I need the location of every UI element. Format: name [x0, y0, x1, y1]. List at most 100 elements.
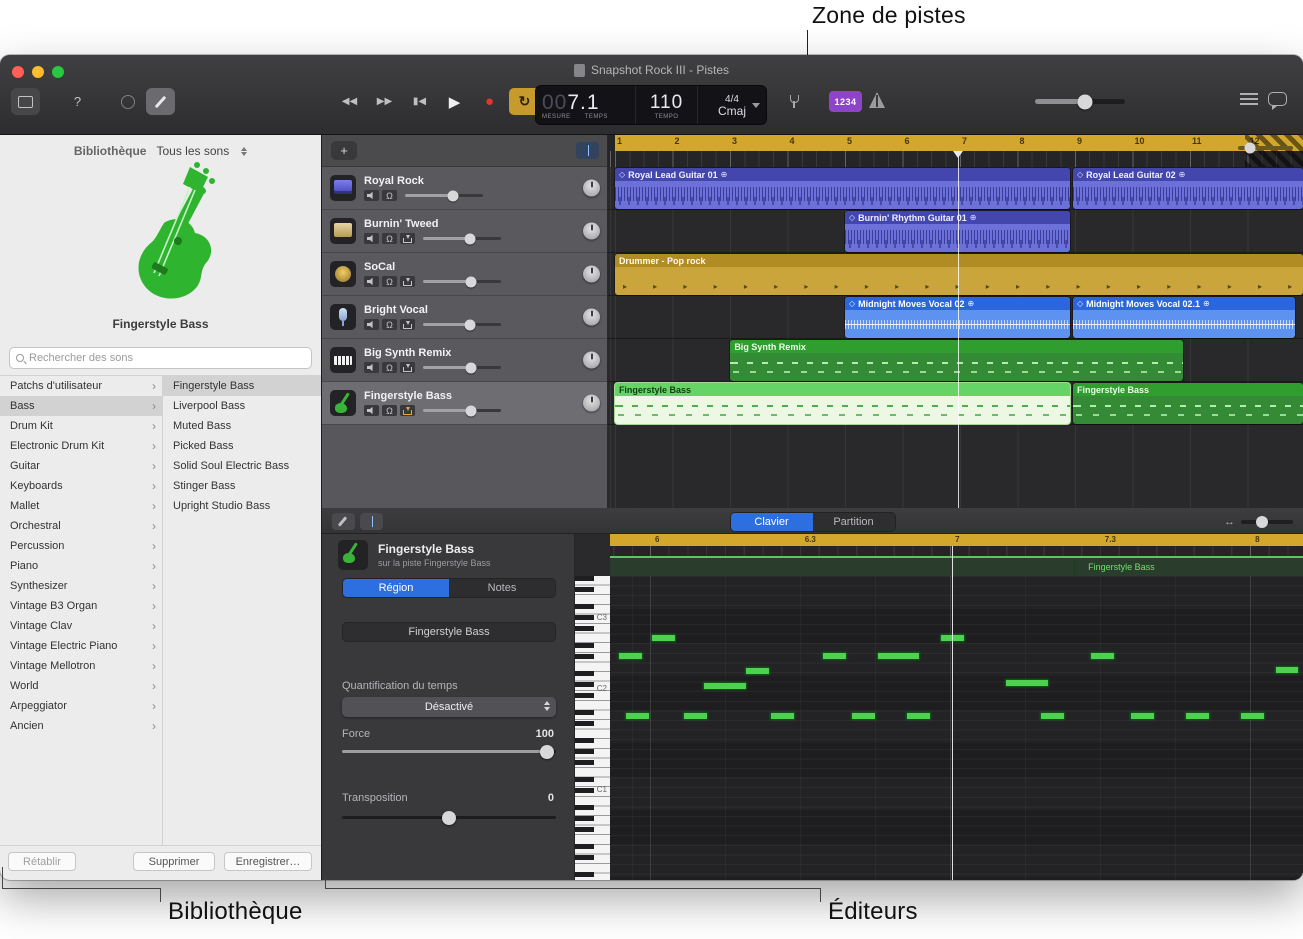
edit-tool-button[interactable] [332, 513, 355, 530]
library-category-item[interactable]: Vintage Clav [0, 616, 162, 636]
solo-button[interactable]: Ω [382, 319, 397, 330]
midi-note[interactable] [1275, 666, 1299, 674]
library-category-item[interactable]: Percussion [0, 536, 162, 556]
master-volume-slider[interactable] [1035, 99, 1125, 104]
midi-note[interactable] [770, 712, 795, 720]
quantize-popup[interactable]: Désactivé [342, 697, 556, 717]
pan-knob[interactable] [583, 180, 600, 197]
midi-note[interactable] [877, 652, 921, 660]
zoom-slider[interactable] [1238, 146, 1293, 150]
library-category-item[interactable]: World [0, 676, 162, 696]
lcd-display[interactable]: 007.1 MESURETEMPS 110 TEMPO 4/4 Cmaj [535, 85, 767, 125]
midi-note[interactable] [906, 712, 931, 720]
audio-region[interactable]: ◇Royal Lead Guitar 02⊕ [1073, 168, 1303, 209]
metronome-icon[interactable] [869, 92, 885, 108]
solo-button[interactable]: Ω [382, 362, 397, 373]
library-category-item[interactable]: Keyboards [0, 476, 162, 496]
volume-slider[interactable] [423, 237, 501, 240]
mute-button[interactable] [364, 190, 379, 201]
track-header[interactable]: Burnin' TweedΩ [322, 210, 607, 253]
solo-button[interactable]: Ω [382, 233, 397, 244]
playhead[interactable] [958, 151, 959, 508]
forward-button[interactable]: ▶▶ [369, 88, 400, 115]
track-header[interactable]: Bright VocalΩ [322, 296, 607, 339]
chevron-down-icon[interactable] [752, 103, 760, 108]
solo-button[interactable]: Ω [382, 405, 397, 416]
midi-note[interactable] [703, 682, 747, 690]
solo-button[interactable]: Ω [382, 276, 397, 287]
help-button[interactable]: ? [64, 88, 91, 115]
volume-thumb[interactable] [466, 362, 477, 373]
library-patch-item[interactable]: Fingerstyle Bass [163, 376, 321, 396]
save-button[interactable]: Enregistrer… [224, 852, 312, 871]
library-patch-item[interactable]: Picked Bass [163, 436, 321, 456]
transpose-slider[interactable] [342, 816, 556, 819]
midi-note[interactable] [822, 652, 847, 660]
library-patch-item[interactable]: Stinger Bass [163, 476, 321, 496]
master-volume-thumb[interactable] [1077, 94, 1092, 109]
mute-button[interactable] [364, 405, 379, 416]
midi-note[interactable] [1090, 652, 1115, 660]
track-header[interactable]: Fingerstyle BassΩ [322, 382, 607, 425]
go-to-beginning-button[interactable]: ▮◀ [404, 88, 435, 115]
notepad-icon[interactable] [1240, 93, 1258, 107]
tab-keyboard[interactable]: Clavier [731, 513, 813, 531]
record-button[interactable]: ● [474, 88, 505, 115]
mute-button[interactable] [364, 233, 379, 244]
library-patch-item[interactable]: Upright Studio Bass [163, 496, 321, 516]
rewind-button[interactable]: ◀◀ [334, 88, 365, 115]
transpose-thumb[interactable] [442, 811, 456, 825]
midi-note[interactable] [745, 667, 770, 675]
pan-knob[interactable] [583, 266, 600, 283]
catch-playhead-button[interactable] [576, 142, 599, 159]
smart-controls-button[interactable] [113, 88, 142, 115]
zoom-thumb[interactable] [1245, 143, 1256, 154]
midi-note[interactable] [625, 712, 650, 720]
midi-note[interactable] [1240, 712, 1265, 720]
library-category-item[interactable]: Patchs d'utilisateur [0, 376, 162, 396]
velocity-slider[interactable] [342, 750, 556, 753]
pan-knob[interactable] [583, 223, 600, 240]
sound-filter-popup[interactable]: Tous les sons [156, 144, 229, 158]
volume-thumb[interactable] [466, 276, 477, 287]
library-category-item[interactable]: Guitar [0, 456, 162, 476]
piano-roll[interactable]: 66.377.38 Fingerstyle Bass [610, 534, 1303, 880]
input-monitor-button[interactable] [400, 405, 415, 416]
library-category-item[interactable]: Orchestral [0, 516, 162, 536]
library-category-item[interactable]: Synthesizer [0, 576, 162, 596]
audio-region[interactable]: ◇Royal Lead Guitar 01⊕ [615, 168, 1070, 209]
play-button[interactable]: ▶ [439, 88, 470, 115]
volume-slider[interactable] [423, 323, 501, 326]
library-category-item[interactable]: Vintage Electric Piano [0, 636, 162, 656]
tab-score[interactable]: Partition [813, 513, 895, 531]
revert-button[interactable]: Rétablir [8, 852, 76, 871]
midi-region[interactable]: Fingerstyle Bass [1073, 383, 1303, 424]
midi-region[interactable]: Fingerstyle Bass [615, 383, 1070, 424]
midi-note[interactable] [1185, 712, 1210, 720]
input-monitor-button[interactable] [400, 233, 415, 244]
tab-notes[interactable]: Notes [449, 579, 555, 597]
velocity-thumb[interactable] [540, 745, 554, 759]
tuner-icon[interactable] [790, 95, 799, 103]
library-patch-item[interactable]: Liverpool Bass [163, 396, 321, 416]
search-field[interactable] [9, 347, 312, 369]
volume-slider[interactable] [423, 366, 501, 369]
mute-button[interactable] [364, 362, 379, 373]
volume-thumb[interactable] [464, 319, 475, 330]
midi-note[interactable] [651, 634, 676, 642]
patch-name-button[interactable]: Fingerstyle Bass [342, 622, 556, 642]
midi-note[interactable] [683, 712, 708, 720]
mute-button[interactable] [364, 319, 379, 330]
track-lanes[interactable]: ◇Royal Lead Guitar 01⊕◇Royal Lead Guitar… [608, 167, 1303, 508]
tab-region[interactable]: Région [343, 579, 449, 597]
delete-button[interactable]: Supprimer [133, 852, 215, 871]
library-category-item[interactable]: Ancien [0, 716, 162, 736]
library-category-item[interactable]: Bass [0, 396, 162, 416]
editors-toggle-button[interactable] [146, 88, 175, 115]
midi-note[interactable] [618, 652, 643, 660]
input-monitor-button[interactable] [400, 276, 415, 287]
search-input[interactable] [29, 352, 305, 364]
volume-slider[interactable] [405, 194, 483, 197]
library-patch-item[interactable]: Solid Soul Electric Bass [163, 456, 321, 476]
midi-note[interactable] [1130, 712, 1155, 720]
